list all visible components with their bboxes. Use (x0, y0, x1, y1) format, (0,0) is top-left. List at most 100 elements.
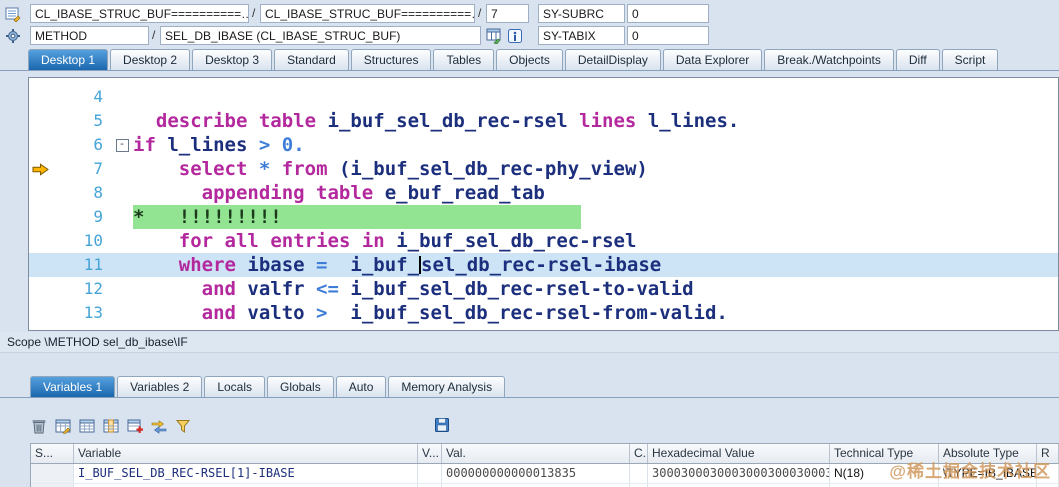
stack-line-field[interactable]: 7 (486, 4, 529, 23)
line-number[interactable]: 5 (51, 109, 111, 133)
code-line-4[interactable]: 4 (29, 85, 1058, 109)
line-number[interactable]: 13 (51, 301, 111, 325)
fold-gutter (111, 301, 133, 325)
fold-gutter (111, 253, 133, 277)
edit-table-button[interactable] (54, 417, 72, 435)
tab-data-explorer[interactable]: Data Explorer (662, 49, 763, 70)
code-line-12[interactable]: 12 and valfr <= i_buf_sel_db_rec-rsel-to… (29, 277, 1058, 301)
code-line-5[interactable]: 5 describe table i_buf_sel_db_rec-rsel l… (29, 109, 1058, 133)
code-lines: 45 describe table i_buf_sel_db_rec-rsel … (29, 85, 1058, 330)
tab-memory-analysis[interactable]: Memory Analysis (388, 376, 506, 397)
event-name-field[interactable]: SEL_DB_IBASE (CL_IBASE_STRUC_BUF) (160, 26, 481, 45)
line-number[interactable]: 12 (51, 277, 111, 301)
code-line-7[interactable]: 7 select * from (i_buf_sel_db_rec-phy_vi… (29, 157, 1058, 181)
code-editor[interactable]: 45 describe table i_buf_sel_db_rec-rsel … (28, 77, 1059, 331)
cell[interactable] (418, 464, 442, 484)
sy-tabix-value-field[interactable]: 0 (627, 26, 709, 45)
table-icon (79, 419, 95, 433)
save-button[interactable] (433, 416, 451, 434)
separator: / (252, 6, 256, 20)
info-icon[interactable] (507, 28, 523, 44)
sy-subrc-value-field[interactable]: 0 (627, 4, 709, 23)
cell[interactable]: 3000300030003000300030003000300030 (648, 464, 830, 484)
table-view-icon[interactable] (486, 28, 502, 45)
line-number[interactable]: 7 (51, 157, 111, 181)
cell[interactable]: 000000000000013835 (442, 464, 630, 484)
code-line-13[interactable]: 13 and valto > i_buf_sel_db_rec-rsel-fro… (29, 301, 1058, 325)
column-header-v[interactable]: V... (418, 444, 442, 463)
fold-gutter (111, 277, 133, 301)
table-button[interactable] (78, 417, 96, 435)
code-line-6[interactable]: 6- if l_lines > 0. (29, 133, 1058, 157)
tab-detaildisplay[interactable]: DetailDisplay (564, 49, 661, 70)
tab-objects[interactable]: Objects (496, 49, 563, 70)
method-icon[interactable] (5, 28, 21, 44)
tab-variables-1[interactable]: Variables 1 (30, 376, 116, 397)
tab-standard[interactable]: Standard (274, 49, 349, 70)
arrow-gutter (29, 109, 51, 133)
stack-include-field[interactable]: CL_IBASE_STRUC_BUF==========… (260, 4, 475, 23)
cell[interactable]: I_BUF_SEL_DB_REC-RSEL[1]-IBASE (74, 464, 418, 484)
sy-tabix-label-field[interactable]: SY-TABIX (538, 26, 625, 45)
fold-gutter (111, 325, 133, 330)
tab-desktop-2[interactable]: Desktop 2 (110, 49, 191, 70)
column-header-c[interactable]: C... (630, 444, 648, 463)
call-stack-icon[interactable] (5, 6, 21, 23)
column-header-val[interactable]: Val. (442, 444, 630, 463)
tab-auto[interactable]: Auto (335, 376, 387, 397)
delete-icon (32, 420, 46, 434)
filter-button[interactable] (174, 417, 192, 435)
variables-toolbar (30, 416, 192, 436)
fold-gutter (111, 205, 133, 229)
column-header-s[interactable]: S... (31, 444, 74, 463)
line-number[interactable]: 10 (51, 229, 111, 253)
tab-diff[interactable]: Diff (895, 49, 940, 70)
code-line-11[interactable]: 11 where ibase = i_buf_ sel_db_rec-rsel-i… (29, 253, 1058, 277)
fold-gutter (111, 181, 133, 205)
swap-button[interactable] (150, 417, 168, 435)
line-number[interactable]: 9 (51, 205, 111, 229)
stack-program-field[interactable]: CL_IBASE_STRUC_BUF==========… (30, 4, 249, 23)
code-line-10[interactable]: 10 for all entries in i_buf_sel_db_rec-r… (29, 229, 1058, 253)
swap-icon (151, 420, 167, 434)
line-number[interactable]: 4 (51, 85, 111, 109)
event-type-field[interactable]: METHOD (30, 26, 149, 45)
tab-desktop-3[interactable]: Desktop 3 (192, 49, 273, 70)
tab-script[interactable]: Script (941, 49, 999, 70)
fold-toggle-icon[interactable]: - (115, 139, 129, 153)
code-line-14[interactable]: 14 (29, 325, 1058, 330)
code-line-9[interactable]: 9 * !!!!!!!!! (29, 205, 1058, 229)
tab-tables[interactable]: Tables (433, 49, 495, 70)
tab-break-watchpoints[interactable]: Break./Watchpoints (764, 49, 894, 70)
cell[interactable] (630, 464, 648, 484)
arrow-gutter (29, 181, 51, 205)
comment-highlight: * !!!!!!!!! (133, 205, 581, 229)
line-number[interactable]: 11 (51, 253, 111, 277)
code-text: and valto > i_buf_sel_db_rec-rsel-from-v… (201, 302, 728, 324)
tab-desktop-1[interactable]: Desktop 1 (28, 49, 109, 70)
arrow-gutter (29, 325, 51, 330)
delete-button[interactable] (30, 417, 48, 435)
line-number[interactable]: 8 (51, 181, 111, 205)
code-line-8[interactable]: 8 appending table e_buf_read_tab (29, 181, 1058, 205)
code-text: if l_lines > 0. (133, 134, 305, 156)
tab-globals[interactable]: Globals (267, 376, 334, 397)
tab-variables-2[interactable]: Variables 2 (117, 376, 203, 397)
arrow-gutter (29, 133, 51, 157)
sy-subrc-label-field[interactable]: SY-SUBRC (538, 4, 625, 23)
column-header-hexadecimalvalue[interactable]: Hexadecimal Value (648, 444, 830, 463)
append-row-button[interactable] (126, 417, 144, 435)
insert-column-button[interactable] (102, 417, 120, 435)
edit-table-icon (55, 419, 71, 434)
column-header-variable[interactable]: Variable (74, 444, 418, 463)
tab-structures[interactable]: Structures (350, 49, 432, 70)
fold-gutter[interactable]: - (111, 133, 133, 157)
watermark: @稀土掘金技术社区 (889, 462, 1051, 481)
current-statement-arrow-icon (29, 157, 51, 181)
line-number[interactable]: 14 (51, 325, 111, 330)
tab-locals[interactable]: Locals (204, 376, 265, 397)
separator: / (478, 6, 482, 20)
cell[interactable] (31, 464, 74, 484)
line-number[interactable]: 6 (51, 133, 111, 157)
